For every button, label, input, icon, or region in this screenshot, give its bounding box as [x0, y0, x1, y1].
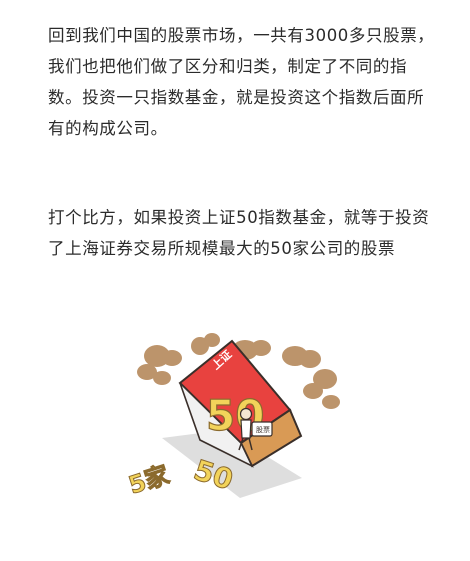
- article-paragraph-1: 回到我们中国的股票市场，一共有3000多只股票，我们也把他们做了区分和归类，制定…: [48, 26, 435, 138]
- house-illustration: 上证 50 股票 50 5家: [125, 333, 340, 500]
- illustration-house: 上证 50 股票 50 5家: [120, 328, 360, 528]
- sign-text: 股票: [256, 426, 270, 434]
- article: 回到我们中国的股票市场，一共有3000多只股票，我们也把他们做了区分和归类，制定…: [0, 0, 470, 561]
- article-paragraph-2: 打个比方，如果投资上证50指数基金，就等于投资了上海证券交易所规模最大的50家公…: [48, 208, 430, 258]
- floor-text: 5家: [125, 460, 172, 499]
